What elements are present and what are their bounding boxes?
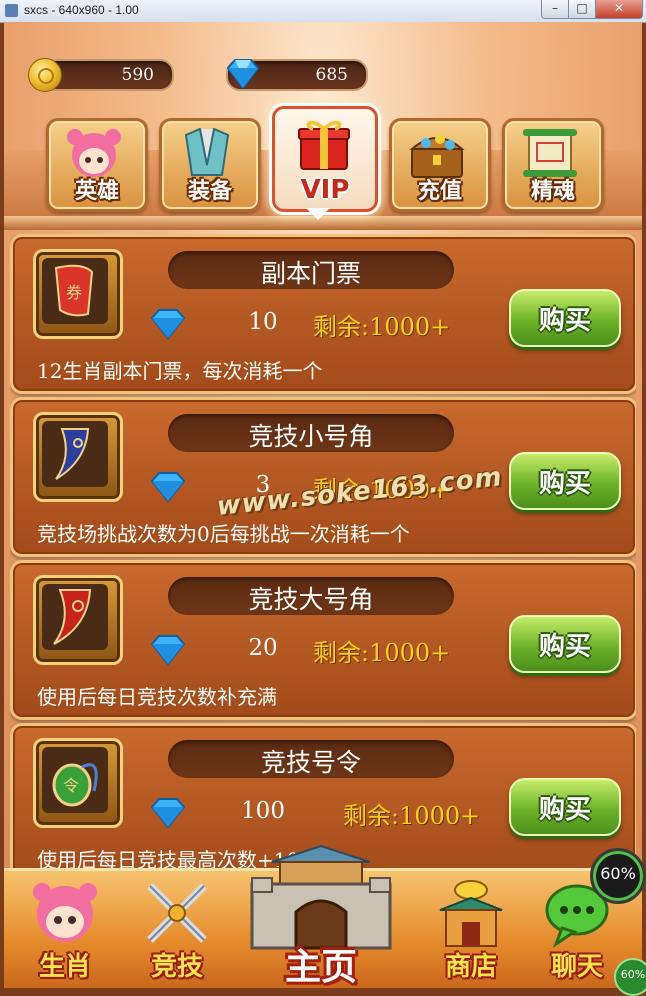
crossed-swords-icon: [147, 883, 207, 943]
tab-recharge[interactable]: 充值: [389, 118, 491, 212]
diamond-icon: [150, 472, 186, 503]
diamond-counter: 685: [226, 59, 368, 91]
buy-button-label: 购买: [538, 795, 591, 825]
buy-button-label: 购买: [538, 469, 591, 499]
diamond-icon: [226, 59, 260, 90]
app-icon: [5, 4, 18, 17]
tab-spirit[interactable]: 精魂: [502, 118, 604, 212]
diamond-icon: [150, 798, 186, 829]
tab-hero-label: 英雄: [74, 179, 119, 204]
window-titlebar: sxcs - 640x960 - 1.00 – □ ✕: [0, 0, 646, 23]
shop-item-dungeon-ticket: 券 副本门票 10 剩余:1000+ 购买 12生肖副本门票，每次消耗一个: [10, 234, 636, 394]
shop-item-list[interactable]: 券 副本门票 10 剩余:1000+ 购买 12生肖副本门票，每次消耗一个 竞技…: [10, 234, 636, 868]
game-screen: 590 685 英雄 装备 VIP 充值 精魂 券 副本门票 10 剩余:100…: [4, 22, 642, 988]
item-price: 10: [248, 309, 278, 335]
item-icon-frame: 券: [33, 249, 123, 339]
castle-gate-icon: [250, 844, 392, 950]
item-name: 副本门票: [260, 259, 361, 288]
tab-vip[interactable]: VIP: [272, 106, 378, 212]
item-stock: 剩余:1000+: [313, 313, 451, 341]
buy-button-label: 购买: [538, 632, 591, 662]
diamond-icon: [150, 635, 186, 666]
coin-icon: [28, 58, 62, 92]
nav-arena[interactable]: 竞技: [122, 868, 232, 988]
shop-icon: [439, 880, 503, 947]
ticket-scroll-icon: 券: [54, 264, 94, 317]
buy-button-label: 购买: [538, 306, 591, 336]
item-stock: 剩余:1000+: [343, 802, 481, 830]
svg-text:券: 券: [66, 283, 82, 302]
shop-item-big-horn: 竞技大号角 20 剩余:1000+ 购买 使用后每日竞技次数补充满: [10, 560, 636, 720]
maximize-button[interactable]: □: [568, 0, 596, 19]
tab-recharge-label: 充值: [417, 179, 462, 204]
zodiac-icon: [33, 883, 97, 942]
maximize-icon: □: [576, 1, 588, 15]
buy-button[interactable]: 购买: [509, 778, 621, 836]
nav-arena-label: 竞技: [150, 952, 203, 982]
big-horn-icon: [53, 589, 92, 645]
fps-mini-indicator: 60%: [614, 958, 646, 996]
item-name-plate: 竞技号令: [168, 740, 454, 778]
active-tab-pointer: [306, 208, 330, 220]
item-icon-frame: [33, 412, 123, 502]
close-button[interactable]: ✕: [595, 0, 643, 19]
nav-zodiac-label: 生肖: [38, 952, 91, 982]
coin-counter: 590: [28, 58, 174, 92]
item-price: 20: [248, 635, 278, 661]
buy-button[interactable]: 购买: [509, 615, 621, 673]
item-description: 竞技场挑战次数为0后每挑战一次消耗一个: [37, 522, 410, 546]
item-name-plate: 副本门票: [168, 251, 454, 289]
fps-value: 60%: [600, 864, 636, 883]
tab-equipment[interactable]: 装备: [159, 118, 261, 212]
tab-hero[interactable]: 英雄: [46, 118, 148, 212]
diamond-icon: [150, 309, 186, 340]
item-description: 12生肖副本门票，每次消耗一个: [37, 359, 323, 383]
item-name: 竞技号令: [260, 748, 361, 777]
buy-button[interactable]: 购买: [509, 452, 621, 510]
shop-item-small-horn: 竞技小号角 3 剩余:1000+ 购买 竞技场挑战次数为0后每挑战一次消耗一个: [10, 397, 636, 557]
token-amulet-icon: 令: [52, 763, 98, 807]
item-icon-frame: 令: [33, 738, 123, 828]
tab-vip-label: VIP: [300, 175, 350, 205]
item-name: 竞技大号角: [248, 585, 374, 614]
item-icon-frame: [33, 575, 123, 665]
diamond-amount: 685: [315, 65, 348, 85]
nav-shop-label: 商店: [444, 952, 497, 982]
minimize-icon: –: [552, 1, 558, 15]
nav-home-label: 主页: [284, 947, 357, 988]
nav-shop[interactable]: 商店: [416, 868, 526, 988]
minimize-button[interactable]: –: [541, 0, 569, 19]
item-name-plate: 竞技大号角: [168, 577, 454, 615]
fps-mini-value: 60%: [620, 968, 646, 981]
item-name-plate: 竞技小号角: [168, 414, 454, 452]
tab-equipment-label: 装备: [187, 179, 232, 204]
small-horn-icon: [55, 428, 90, 480]
item-price: 100: [241, 798, 285, 824]
tab-spirit-label: 精魂: [530, 179, 575, 204]
nav-home[interactable]: 主页: [242, 842, 400, 988]
item-name: 竞技小号角: [248, 422, 374, 451]
fps-indicator: 60%: [590, 848, 646, 904]
svg-text:令: 令: [63, 776, 79, 795]
close-icon: ✕: [613, 1, 625, 15]
buy-button[interactable]: 购买: [509, 289, 621, 347]
item-stock: 剩余:1000+: [313, 639, 451, 667]
nav-zodiac[interactable]: 生肖: [10, 868, 120, 988]
window-title: sxcs - 640x960 - 1.00: [24, 3, 139, 17]
coin-amount: 590: [121, 65, 154, 85]
item-description: 使用后每日竞技次数补充满: [37, 685, 277, 709]
gift-box-icon: [298, 120, 350, 170]
